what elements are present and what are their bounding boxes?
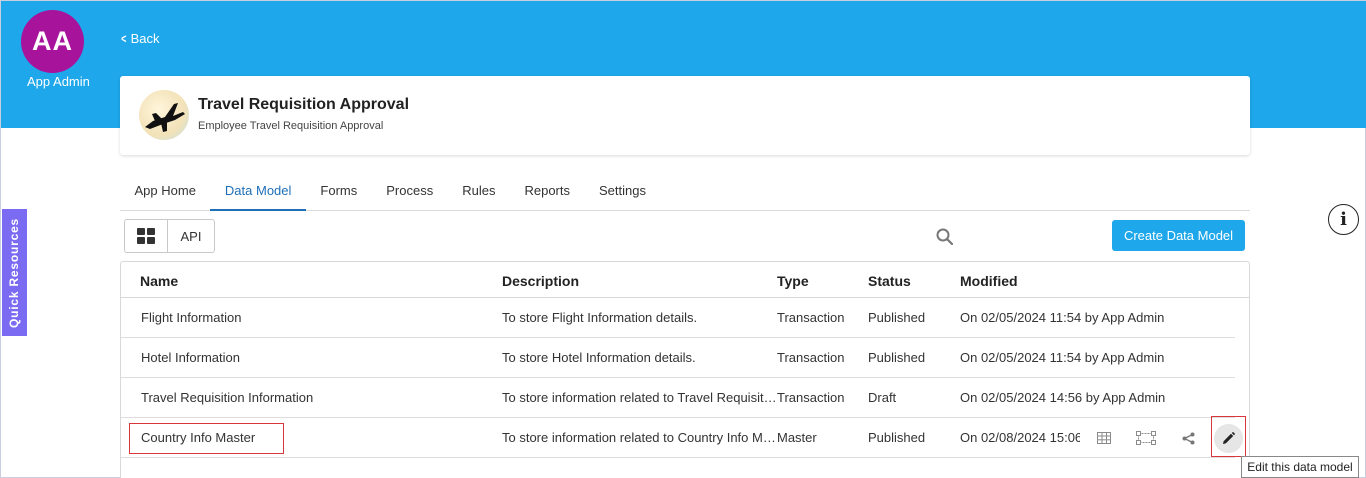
search-button[interactable] bbox=[926, 221, 963, 251]
row-status: Draft bbox=[868, 390, 897, 405]
view-toggle: API bbox=[124, 219, 215, 253]
user-avatar[interactable]: AA bbox=[21, 10, 84, 73]
grid-view-button[interactable] bbox=[125, 220, 168, 252]
row-status: Published bbox=[868, 430, 926, 445]
table-view-button[interactable] bbox=[1093, 428, 1115, 448]
row-status: Published bbox=[868, 350, 926, 365]
header-description[interactable]: Description bbox=[502, 273, 579, 289]
app-header-card: Travel Requisition Approval Employee Tra… bbox=[120, 76, 1250, 155]
row-type: Transaction bbox=[777, 350, 845, 365]
row-modified: On 02/08/2024 15:06 by App Admin bbox=[960, 430, 1080, 445]
app-title: Travel Requisition Approval bbox=[198, 96, 410, 113]
header-status[interactable]: Status bbox=[868, 273, 911, 289]
row-status: Published bbox=[868, 310, 926, 325]
tab-data-model[interactable]: Data Model bbox=[210, 173, 306, 211]
api-view-button[interactable]: API bbox=[168, 220, 214, 252]
table-row[interactable]: Hotel Information To store Hotel Informa… bbox=[121, 338, 1235, 378]
quick-resources-label: Quick Resources bbox=[7, 217, 22, 328]
back-label: Back bbox=[130, 31, 160, 46]
header-name[interactable]: Name bbox=[140, 273, 178, 289]
tab-settings[interactable]: Settings bbox=[585, 173, 661, 211]
relationship-icon bbox=[1136, 431, 1156, 445]
data-model-table: Name Description Type Status Modified Fl… bbox=[120, 261, 1250, 478]
airplane-icon bbox=[139, 90, 189, 140]
edit-data-model-button[interactable] bbox=[1214, 424, 1243, 453]
row-modified: On 02/05/2024 11:54 by App Admin bbox=[960, 350, 1165, 365]
user-name: App Admin bbox=[27, 74, 90, 89]
info-icon[interactable]: i bbox=[1328, 204, 1359, 235]
tab-reports[interactable]: Reports bbox=[510, 173, 585, 211]
table-row[interactable]: Country Info Master To store information… bbox=[121, 418, 1235, 458]
row-description: To store Flight Information details. bbox=[502, 310, 698, 325]
quick-resources-tab[interactable]: Quick Resources bbox=[2, 209, 27, 336]
tab-app-home[interactable]: App Home bbox=[120, 173, 210, 211]
chevron-left-icon: < bbox=[121, 31, 127, 46]
table-header: Name Description Type Status Modified bbox=[121, 262, 1249, 298]
table-icon bbox=[1097, 432, 1111, 444]
name-highlight-box bbox=[129, 423, 284, 454]
row-modified: On 02/05/2024 11:54 by App Admin bbox=[960, 310, 1165, 325]
tab-forms[interactable]: Forms bbox=[306, 173, 372, 211]
app-tabs: App Home Data Model Forms Process Rules … bbox=[120, 173, 1250, 211]
row-type: Transaction bbox=[777, 390, 845, 405]
back-link[interactable]: < Back bbox=[120, 31, 160, 46]
relationship-button[interactable] bbox=[1135, 428, 1157, 448]
grid-icon bbox=[137, 228, 155, 244]
create-data-model-button[interactable]: Create Data Model bbox=[1112, 220, 1245, 251]
table-row[interactable]: Travel Requisition Information To store … bbox=[121, 378, 1235, 418]
table-row[interactable]: Flight Information To store Flight Infor… bbox=[121, 298, 1235, 338]
row-type: Master bbox=[777, 430, 817, 445]
share-button[interactable] bbox=[1177, 428, 1199, 448]
row-name[interactable]: Flight Information bbox=[141, 310, 501, 325]
share-icon bbox=[1182, 432, 1194, 444]
pencil-icon bbox=[1223, 432, 1235, 444]
tab-process[interactable]: Process bbox=[372, 173, 448, 211]
row-type: Transaction bbox=[777, 310, 845, 325]
search-icon bbox=[936, 228, 953, 245]
header-type[interactable]: Type bbox=[777, 273, 809, 289]
row-modified: On 02/05/2024 14:56 by App Admin bbox=[960, 390, 1166, 405]
avatar-initials: AA bbox=[32, 26, 73, 56]
row-description: To store Hotel Information details. bbox=[502, 350, 696, 365]
row-description: To store information related to Country … bbox=[502, 430, 778, 445]
row-description: To store information related to Travel R… bbox=[502, 390, 778, 405]
tab-rules[interactable]: Rules bbox=[448, 173, 510, 211]
app-subtitle: Employee Travel Requisition Approval bbox=[198, 120, 384, 132]
edit-tooltip: Edit this data model bbox=[1241, 456, 1359, 478]
row-name[interactable]: Travel Requisition Information bbox=[141, 390, 501, 405]
header-modified[interactable]: Modified bbox=[960, 273, 1018, 289]
row-name[interactable]: Hotel Information bbox=[141, 350, 501, 365]
